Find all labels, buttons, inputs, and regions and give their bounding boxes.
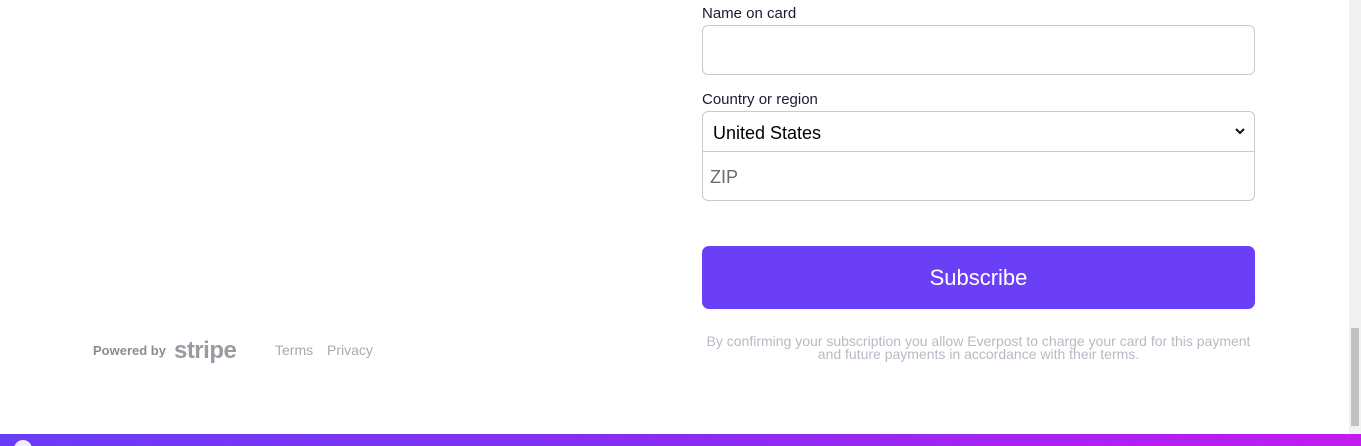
- powered-by-stripe[interactable]: Powered by stripe: [93, 337, 237, 364]
- chevron-down-icon: [1235, 128, 1245, 135]
- bottom-gradient-bar: [0, 434, 1361, 446]
- billing-address-group: United States ZIP: [702, 111, 1255, 201]
- name-on-card-input[interactable]: [702, 25, 1255, 75]
- country-select[interactable]: United States: [703, 112, 1254, 152]
- powered-by-label: Powered by: [93, 343, 166, 358]
- stripe-logo: stripe: [173, 337, 237, 364]
- country-select-value: United States: [713, 123, 822, 143]
- terms-link[interactable]: Terms: [275, 342, 313, 358]
- name-on-card-label: Name on card: [702, 5, 797, 22]
- checkout-page: Name on card Country or region United St…: [0, 0, 1361, 446]
- country-label: Country or region: [702, 91, 818, 108]
- zip-placeholder: ZIP: [710, 167, 739, 187]
- consent-text: By confirming your subscription you allo…: [706, 333, 1251, 362]
- privacy-link[interactable]: Privacy: [327, 342, 373, 358]
- subscribe-button[interactable]: Subscribe: [702, 246, 1255, 309]
- vertical-scrollbar[interactable]: [1349, 0, 1361, 434]
- chat-bubble-icon[interactable]: [14, 440, 32, 446]
- zip-input[interactable]: ZIP: [703, 152, 1254, 200]
- scrollbar-thumb[interactable]: [1351, 328, 1359, 426]
